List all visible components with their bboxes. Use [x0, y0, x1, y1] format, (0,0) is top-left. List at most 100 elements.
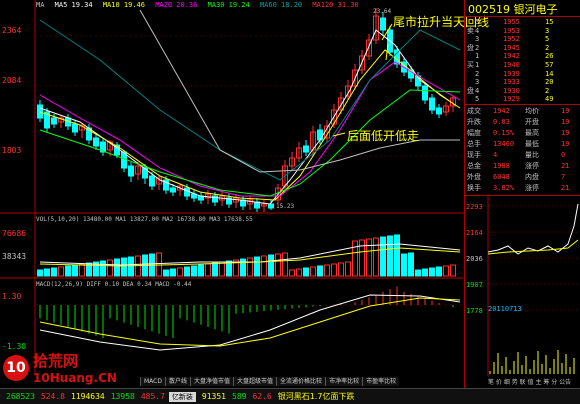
side-label: 盘: [467, 86, 474, 95]
volume-bar: [65, 265, 71, 277]
status-index1: 268523: [6, 392, 35, 401]
low-price-mark: 15.23: [276, 203, 295, 210]
volume-bar: [268, 254, 274, 277]
quote-value: 19: [561, 118, 570, 126]
mini-y-label: 2036: [466, 255, 483, 263]
volume-bar: [324, 264, 330, 277]
macd-header: MACD(12,26,9) DIFF 0.10 DEA 0.34 MACD -0…: [36, 281, 192, 288]
vol-y-top: 76686: [2, 229, 27, 238]
quote-value: 1942: [493, 107, 510, 115]
candle-body: [51, 117, 57, 125]
volume-bar: [107, 259, 113, 277]
status-news[interactable]: 银河黑石1.7亿面下跌: [278, 391, 355, 402]
sell-level-row[interactable]: 1 1942 26: [465, 52, 580, 60]
level-price: 1940: [503, 61, 520, 69]
status-vol2: 91351: [201, 392, 226, 401]
buy-level-row[interactable]: 5 1929 49: [465, 95, 580, 103]
candle-body: [149, 175, 155, 187]
level-price: 1930: [503, 86, 520, 95]
sell-level-row[interactable]: 3 1952 5: [465, 35, 580, 43]
tab-market-super-value[interactable]: 大盘超级市值: [233, 377, 277, 386]
volume-bar: [163, 269, 169, 277]
level-number: 2: [475, 43, 480, 52]
quote-label: 量比: [525, 151, 539, 159]
quote-row: 成交 1942 均价 19: [465, 107, 580, 115]
volume-bar: [296, 268, 302, 277]
candle-body: [422, 85, 428, 101]
status-button[interactable]: 亿新装: [168, 391, 196, 402]
tab-pe-compare[interactable]: 市盈率比较: [362, 377, 400, 386]
volume-bar: [380, 236, 386, 277]
mini-chart-date: 20110713: [488, 305, 522, 313]
volume-bar: [212, 262, 218, 277]
level-number: 5: [475, 95, 480, 104]
candle-body: [429, 97, 435, 111]
level-number: 1: [475, 52, 480, 61]
level-volume: 20: [545, 78, 554, 87]
tab-macd[interactable]: MACD: [140, 377, 165, 386]
buy-level-row[interactable]: 3 1933 20: [465, 78, 580, 86]
volume-bar: [44, 268, 50, 277]
quote-label: 总金: [467, 162, 481, 170]
y-label-top: 2364: [2, 26, 22, 35]
volume-bar: [58, 266, 64, 277]
site-logo: 10 拾荒网 10Huang.CN: [3, 350, 117, 385]
stock-name: 银河电子: [513, 3, 558, 16]
level-volume: 2: [545, 43, 550, 52]
quote-label: 升跌: [467, 118, 481, 126]
status-index3: 62.6: [252, 392, 272, 401]
buy-level-row[interactable]: 2 1939 14: [465, 70, 580, 78]
status-vol1: 1194634: [71, 392, 105, 401]
status-bar: 268523 524.8 1194634 13958 485.7 亿新装 913…: [0, 388, 580, 404]
quote-label: 内盘: [525, 173, 539, 181]
quote-row: 总手 13460 最低 19: [465, 140, 580, 148]
volume-bar: [37, 269, 43, 277]
volume-bar: [51, 267, 57, 277]
kline-chart-svg[interactable]: [0, 0, 463, 385]
kline-chart-area[interactable]: MA MA5 19.34 MA10 19.46 MA20 20.36 MA30 …: [0, 0, 489, 385]
buy-level-row[interactable]: 盘 4 1930 2: [465, 87, 580, 95]
volume-bar: [114, 258, 120, 277]
quote-label: 幅度: [467, 129, 481, 137]
volume-bar: [121, 257, 127, 277]
tab-float-price-compare[interactable]: 全流通价格比较: [276, 377, 326, 386]
volume-bar: [373, 237, 379, 277]
volume-header: VOL(5,10,20) 13480.00 MA1 13827.00 MA2 1…: [36, 216, 253, 223]
tab-retail-line[interactable]: 散户线: [165, 377, 191, 386]
tab-market-net-value[interactable]: 大盘净值市值: [190, 377, 234, 386]
intraday-mini-chart[interactable]: 2293 2164 2036 1907 1778: [464, 196, 580, 376]
quote-row: 现手 4 量比 0: [465, 151, 580, 159]
mini-chart-tabs[interactable]: 笔 价 细 势 联 值 主 筹 分 公告: [488, 377, 571, 386]
quote-value: 0: [561, 151, 566, 159]
level-volume: 5: [545, 35, 550, 44]
level-volume: 15: [545, 18, 554, 26]
level-volume: 26: [545, 52, 554, 61]
mini-y-label: 1778: [466, 307, 483, 315]
annotation-mid: 后面低开低走: [347, 129, 420, 143]
volume-bar: [394, 234, 400, 277]
side-label: 卖: [467, 26, 474, 35]
status-change3: 589: [232, 392, 247, 401]
volume-bar: [387, 235, 393, 277]
logo-circle: 10: [3, 354, 29, 381]
quote-value: 7: [561, 173, 566, 181]
divider: [465, 16, 580, 17]
divider: [465, 104, 580, 105]
sell-level-row[interactable]: 卖 4 1953 3: [465, 27, 580, 35]
ma-label: MA: [36, 1, 45, 9]
ma10-line: [39, 49, 461, 201]
sell-level-row[interactable]: 盘 2 1945 2: [465, 44, 580, 52]
candle-body: [436, 107, 442, 115]
quote-label: 均价: [525, 107, 539, 115]
tab-pb-compare[interactable]: 市净率比较: [325, 377, 363, 386]
volume-bar: [198, 264, 204, 277]
quote-label: 涨停: [525, 184, 539, 192]
ma30-legend: MA30 19.24: [207, 1, 250, 9]
quote-label: 涨停: [525, 162, 539, 170]
mini-y-label: 2164: [466, 229, 483, 237]
sell-level-row[interactable]: 5 1955 15: [465, 18, 580, 26]
buy-level-row[interactable]: 买 1 1940 57: [465, 61, 580, 69]
candle-body: [37, 104, 43, 119]
candle-body: [128, 165, 134, 177]
quote-value: 19: [561, 140, 570, 148]
